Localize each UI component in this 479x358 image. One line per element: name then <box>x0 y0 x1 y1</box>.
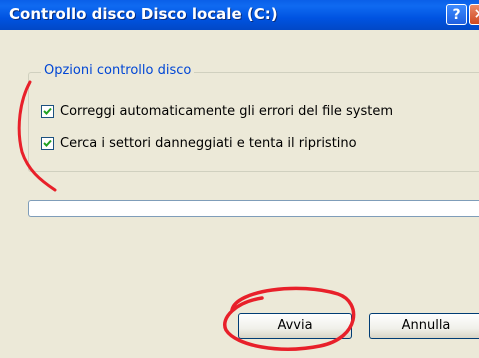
progress-bar <box>28 200 479 217</box>
options-group-label: Opzioni controllo disco <box>41 63 195 78</box>
checkbox-scan-sectors[interactable] <box>41 137 54 150</box>
options-group <box>28 72 479 172</box>
option-scan-sectors-label: Cerca i settori danneggiati e tenta il r… <box>60 136 357 151</box>
cancel-button[interactable]: Annulla <box>369 313 479 339</box>
help-button[interactable]: ? <box>446 4 467 25</box>
checkbox-fix-errors[interactable] <box>41 105 54 118</box>
option-scan-sectors[interactable]: Cerca i settori danneggiati e tenta il r… <box>41 136 357 151</box>
start-button[interactable]: Avvia <box>238 313 352 339</box>
checkmark-icon <box>43 139 52 147</box>
option-fix-errors-label: Correggi automaticamente gli errori del … <box>60 104 394 119</box>
checkmark-icon <box>43 107 52 115</box>
window-title: Controllo disco Disco locale (C:) <box>9 5 278 23</box>
close-button[interactable]: × <box>469 4 479 25</box>
option-fix-errors[interactable]: Correggi automaticamente gli errori del … <box>41 104 393 119</box>
title-bar[interactable]: Controllo disco Disco locale (C:) ? × <box>0 0 479 30</box>
red-annotation-marks <box>17 80 356 351</box>
